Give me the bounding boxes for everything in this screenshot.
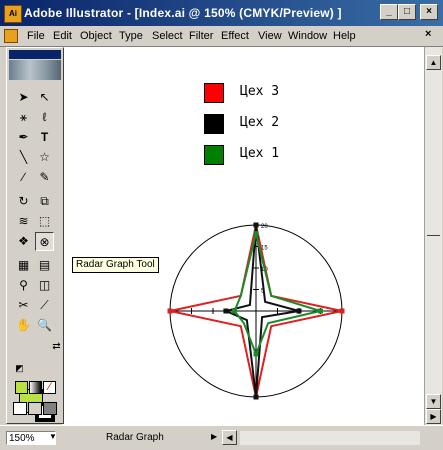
symbol-sprayer-tool-icon[interactable]: ❖ — [14, 232, 33, 251]
menu-bar: File Edit Object Type Select Filter Effe… — [0, 26, 443, 47]
eyedropper-tool-icon[interactable]: ⚲ — [14, 276, 33, 295]
color-mode-icon[interactable] — [15, 381, 28, 394]
full-screen-menu-mode-icon[interactable] — [28, 402, 42, 415]
scroll-up-arrow-icon[interactable]: ▲ — [426, 55, 441, 70]
tool-tooltip: Radar Graph Tool — [72, 257, 159, 273]
paintbrush-tool-icon[interactable]: ∕ — [14, 168, 33, 187]
radar-data-point — [223, 308, 229, 314]
line-segment-tool-icon[interactable]: ╲ — [14, 148, 33, 167]
radar-tick-label: 20 — [261, 224, 268, 230]
mesh-tool-icon[interactable]: ▦ — [14, 256, 33, 275]
toolbox-panel: ➤ ↖ ⚹ ℓ ✒ T ╲ ☆ ∕ ✎ ↻ ⧉ ≋ ⬚ ❖ ⊗ ▦ ▤ ⚲ ◫ … — [6, 47, 64, 424]
window-title: Adobe Illustrator - [Index.ai @ 150% (CM… — [24, 6, 342, 20]
artboard-canvas[interactable]: Цех 3 Цех 2 Цех 1 5 10 15 20 — [62, 47, 424, 425]
free-transform-tool-icon[interactable]: ⬚ — [35, 212, 54, 231]
maximize-button[interactable]: □ — [398, 4, 416, 20]
gradient-tool-icon[interactable]: ▤ — [35, 256, 54, 275]
scroll-right-arrow-icon[interactable]: ▶ — [426, 409, 441, 424]
menu-window[interactable]: Window — [288, 30, 327, 42]
menu-effect[interactable]: Effect — [221, 30, 249, 42]
radar-data-point — [318, 308, 323, 314]
pencil-tool-icon[interactable]: ✎ — [35, 168, 54, 187]
radar-graph-tool-icon[interactable]: ⊗ — [35, 232, 54, 251]
zoom-dropdown-icon[interactable]: ▼ — [49, 432, 57, 441]
type-tool-icon[interactable]: T — [35, 128, 54, 147]
radar-data-point — [339, 308, 345, 314]
menu-edit[interactable]: Edit — [53, 30, 72, 42]
swap-colors-icon[interactable]: ⇄ — [47, 337, 66, 356]
menu-file[interactable]: File — [27, 30, 45, 42]
radar-data-point — [253, 222, 259, 228]
hand-tool-icon[interactable]: ✋ — [14, 316, 33, 335]
scissors-tool-icon[interactable]: ✂ — [14, 296, 33, 315]
adobe-splash-thumbnail[interactable] — [9, 60, 61, 80]
radar-series-3 — [233, 233, 325, 357]
menu-object[interactable]: Object — [80, 30, 112, 42]
horizontal-scrollbar[interactable] — [240, 431, 420, 445]
toolbox-header[interactable] — [9, 50, 61, 59]
menu-type[interactable]: Type — [119, 30, 143, 42]
zoom-tool-icon[interactable]: 🔍 — [35, 316, 54, 335]
radar-data-point — [253, 394, 259, 400]
radar-data-point — [253, 231, 259, 237]
menu-help[interactable]: Help — [333, 30, 356, 42]
direct-selection-tool-icon[interactable]: ↖ — [35, 88, 54, 107]
document-icon[interactable] — [4, 29, 18, 43]
radar-graph[interactable]: 5101520 — [62, 47, 424, 425]
menu-filter[interactable]: Filter — [189, 30, 213, 42]
menu-view[interactable]: View — [258, 30, 282, 42]
rotate-tool-icon[interactable]: ↻ — [14, 192, 33, 211]
lasso-tool-icon[interactable]: ℓ — [35, 108, 54, 127]
scroll-down-arrow-icon[interactable]: ▼ — [426, 394, 441, 409]
menu-select[interactable]: Select — [152, 30, 183, 42]
title-bar: Ai Adobe Illustrator - [Index.ai @ 150% … — [0, 0, 443, 26]
magic-wand-tool-icon[interactable]: ⚹ — [14, 108, 33, 127]
radar-data-point — [232, 308, 237, 314]
star-tool-icon[interactable]: ☆ — [35, 148, 54, 167]
status-menu-arrow-icon[interactable]: ▶ — [211, 432, 217, 441]
scroll-thumb[interactable] — [427, 235, 440, 236]
scroll-left-arrow-icon[interactable]: ◀ — [222, 430, 237, 445]
radar-data-point — [296, 308, 302, 314]
none-mode-icon[interactable]: ⁄ — [43, 381, 56, 394]
radar-data-point — [253, 351, 259, 357]
default-colors-icon[interactable]: ◩ — [10, 359, 29, 378]
blend-tool-icon[interactable]: ◫ — [35, 276, 54, 295]
gradient-mode-icon[interactable] — [29, 381, 42, 394]
illustrator-app-icon[interactable]: Ai — [4, 5, 22, 23]
full-screen-mode-icon[interactable] — [43, 402, 57, 415]
minimize-button[interactable]: _ — [380, 4, 398, 20]
close-button[interactable]: × — [420, 4, 438, 20]
selection-tool-icon[interactable]: ➤ — [14, 88, 33, 107]
radar-data-point — [167, 308, 173, 314]
scale-tool-icon[interactable]: ⧉ — [35, 192, 54, 211]
warp-tool-icon[interactable]: ≋ — [14, 212, 33, 231]
standard-screen-mode-icon[interactable] — [13, 402, 27, 415]
pen-tool-icon[interactable]: ✒ — [14, 128, 33, 147]
document-close-icon[interactable]: × — [425, 28, 431, 40]
status-bar: 150% ▼ Radar Graph ▶ ◀ — [0, 425, 443, 450]
status-tool-name[interactable]: Radar Graph — [106, 432, 164, 443]
vertical-scrollbar[interactable]: ▲ ▼ ▶ — [424, 47, 442, 425]
slice-tool-icon[interactable]: ⟋ — [35, 296, 54, 315]
